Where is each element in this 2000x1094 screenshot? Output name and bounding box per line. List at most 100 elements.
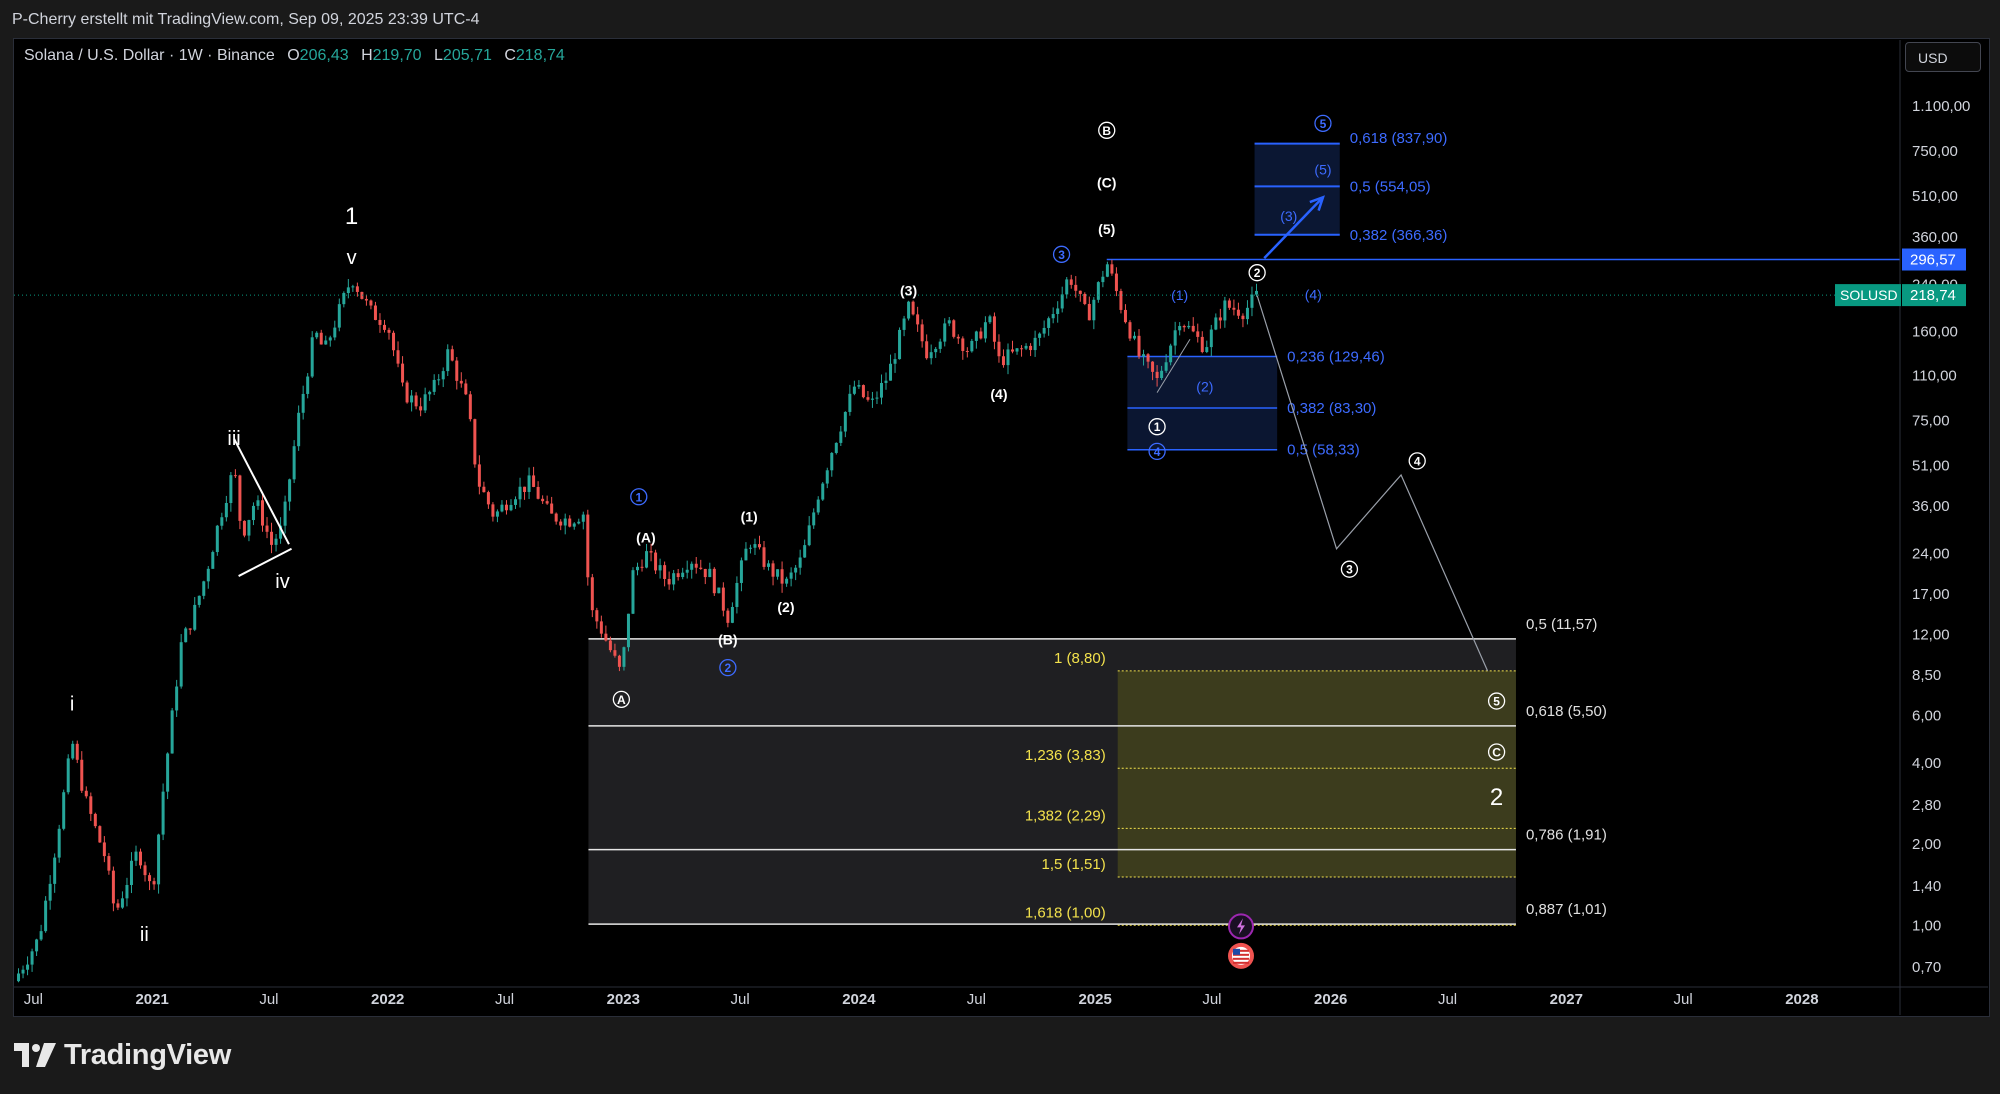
y-tick-label: 24,00 <box>1912 546 1950 563</box>
candle-body <box>916 314 920 325</box>
candle-body <box>206 568 210 582</box>
fib-label: 0,382 (366,36) <box>1350 227 1448 244</box>
candle-body <box>604 633 608 641</box>
candle-body <box>527 475 531 492</box>
wave-label: (5) <box>1314 162 1331 178</box>
wave-label: 2 <box>1490 784 1503 811</box>
candle-body <box>889 363 893 381</box>
candle-body <box>161 791 165 835</box>
candle-body <box>717 587 721 594</box>
wave-label: (5) <box>1098 221 1115 237</box>
candle-body <box>482 486 486 493</box>
candle-body <box>640 566 644 568</box>
candle-body <box>1146 354 1150 362</box>
candle-body <box>84 790 88 797</box>
close-value: 218,74 <box>515 47 565 64</box>
candle-body <box>197 595 201 605</box>
candle-body <box>1042 327 1046 334</box>
candle-body <box>301 393 305 413</box>
candle-body <box>500 504 504 512</box>
candle-body <box>1051 314 1055 319</box>
wave-label: (3) <box>900 282 917 298</box>
candle-body <box>595 610 599 622</box>
candle-body <box>622 647 626 667</box>
candle-body <box>523 486 527 492</box>
candle-body <box>66 758 70 793</box>
wave-label: 4 <box>1414 454 1421 468</box>
candle-body <box>35 939 39 952</box>
candle-body <box>925 341 929 359</box>
symbol-title[interactable]: Solana / U.S. Dollar · 1W · Binance <box>24 47 275 64</box>
candle-body <box>518 486 522 500</box>
candle-body <box>143 865 147 876</box>
candle-body <box>1060 294 1064 309</box>
candle-body <box>776 569 780 577</box>
candle-body <box>839 431 843 443</box>
candle-body <box>753 544 757 548</box>
candle-body <box>1074 284 1078 291</box>
candle-body <box>148 875 152 882</box>
candle-body <box>139 851 143 866</box>
candle-body <box>1223 300 1227 321</box>
wave-label: (2) <box>1196 379 1213 395</box>
wave-label: A <box>617 693 626 707</box>
x-tick-label: 2028 <box>1785 991 1818 1008</box>
candle-body <box>902 318 906 330</box>
candle-body <box>690 563 694 570</box>
candle-body <box>699 567 703 569</box>
candle-body <box>355 286 359 292</box>
candle-body <box>215 525 219 553</box>
candle-body <box>911 301 915 315</box>
wave-label: iv <box>275 571 289 593</box>
candle-body <box>893 359 897 364</box>
candle-body <box>310 337 314 377</box>
y-tick-label: 75,00 <box>1912 412 1950 429</box>
candle-body <box>328 337 332 341</box>
candle-body <box>848 393 852 412</box>
candle-body <box>1160 370 1164 379</box>
candle-body <box>785 578 789 584</box>
candle-body <box>369 300 373 306</box>
candle-body <box>1132 335 1136 339</box>
x-tick-label: 2027 <box>1550 991 1583 1008</box>
brand-name: TradingView <box>64 1038 231 1071</box>
wave-label: (1) <box>1171 287 1188 303</box>
candle-body <box>125 884 129 899</box>
currency-button[interactable]: USD <box>1905 42 1981 72</box>
candle-body <box>654 552 658 571</box>
candle-body <box>757 544 761 548</box>
candle-body <box>1092 299 1096 321</box>
close-label: C <box>504 47 516 64</box>
candle-body <box>48 883 52 901</box>
candle-body <box>1123 309 1127 323</box>
candle-body <box>324 340 328 345</box>
candle-body <box>816 499 820 513</box>
candle-body <box>952 320 956 337</box>
x-tick-label: Jul <box>495 991 514 1008</box>
candle-body <box>1119 291 1123 310</box>
candle-body <box>803 545 807 558</box>
candle-body <box>577 521 581 524</box>
y-tick-label: 160,00 <box>1912 324 1958 341</box>
candle-body <box>608 640 612 651</box>
candle-body <box>102 842 106 857</box>
candle-body <box>247 520 251 536</box>
candle-body <box>1209 329 1213 348</box>
candle-body <box>1142 354 1146 357</box>
tradingview-brand[interactable]: TradingView <box>14 1038 231 1072</box>
candle-body <box>861 385 865 398</box>
y-tick-label: 1,00 <box>1912 917 1941 934</box>
candle-body <box>554 513 558 522</box>
candle-body <box>739 560 743 583</box>
candle-body <box>568 518 572 527</box>
wave-label: (A) <box>636 530 655 546</box>
fib-label: 0,618 (837,90) <box>1350 130 1448 147</box>
candle-body <box>807 525 811 546</box>
candle-body <box>545 501 549 504</box>
candle-body <box>473 419 477 465</box>
candle-body <box>392 332 396 351</box>
price-chart[interactable]: 0,5 (11,57) 0,618 (5,50) 0,786 (1,91) 0,887… <box>0 0 2000 1094</box>
candle-body <box>613 650 617 656</box>
candle-body <box>834 442 838 453</box>
candle-body <box>220 517 224 526</box>
